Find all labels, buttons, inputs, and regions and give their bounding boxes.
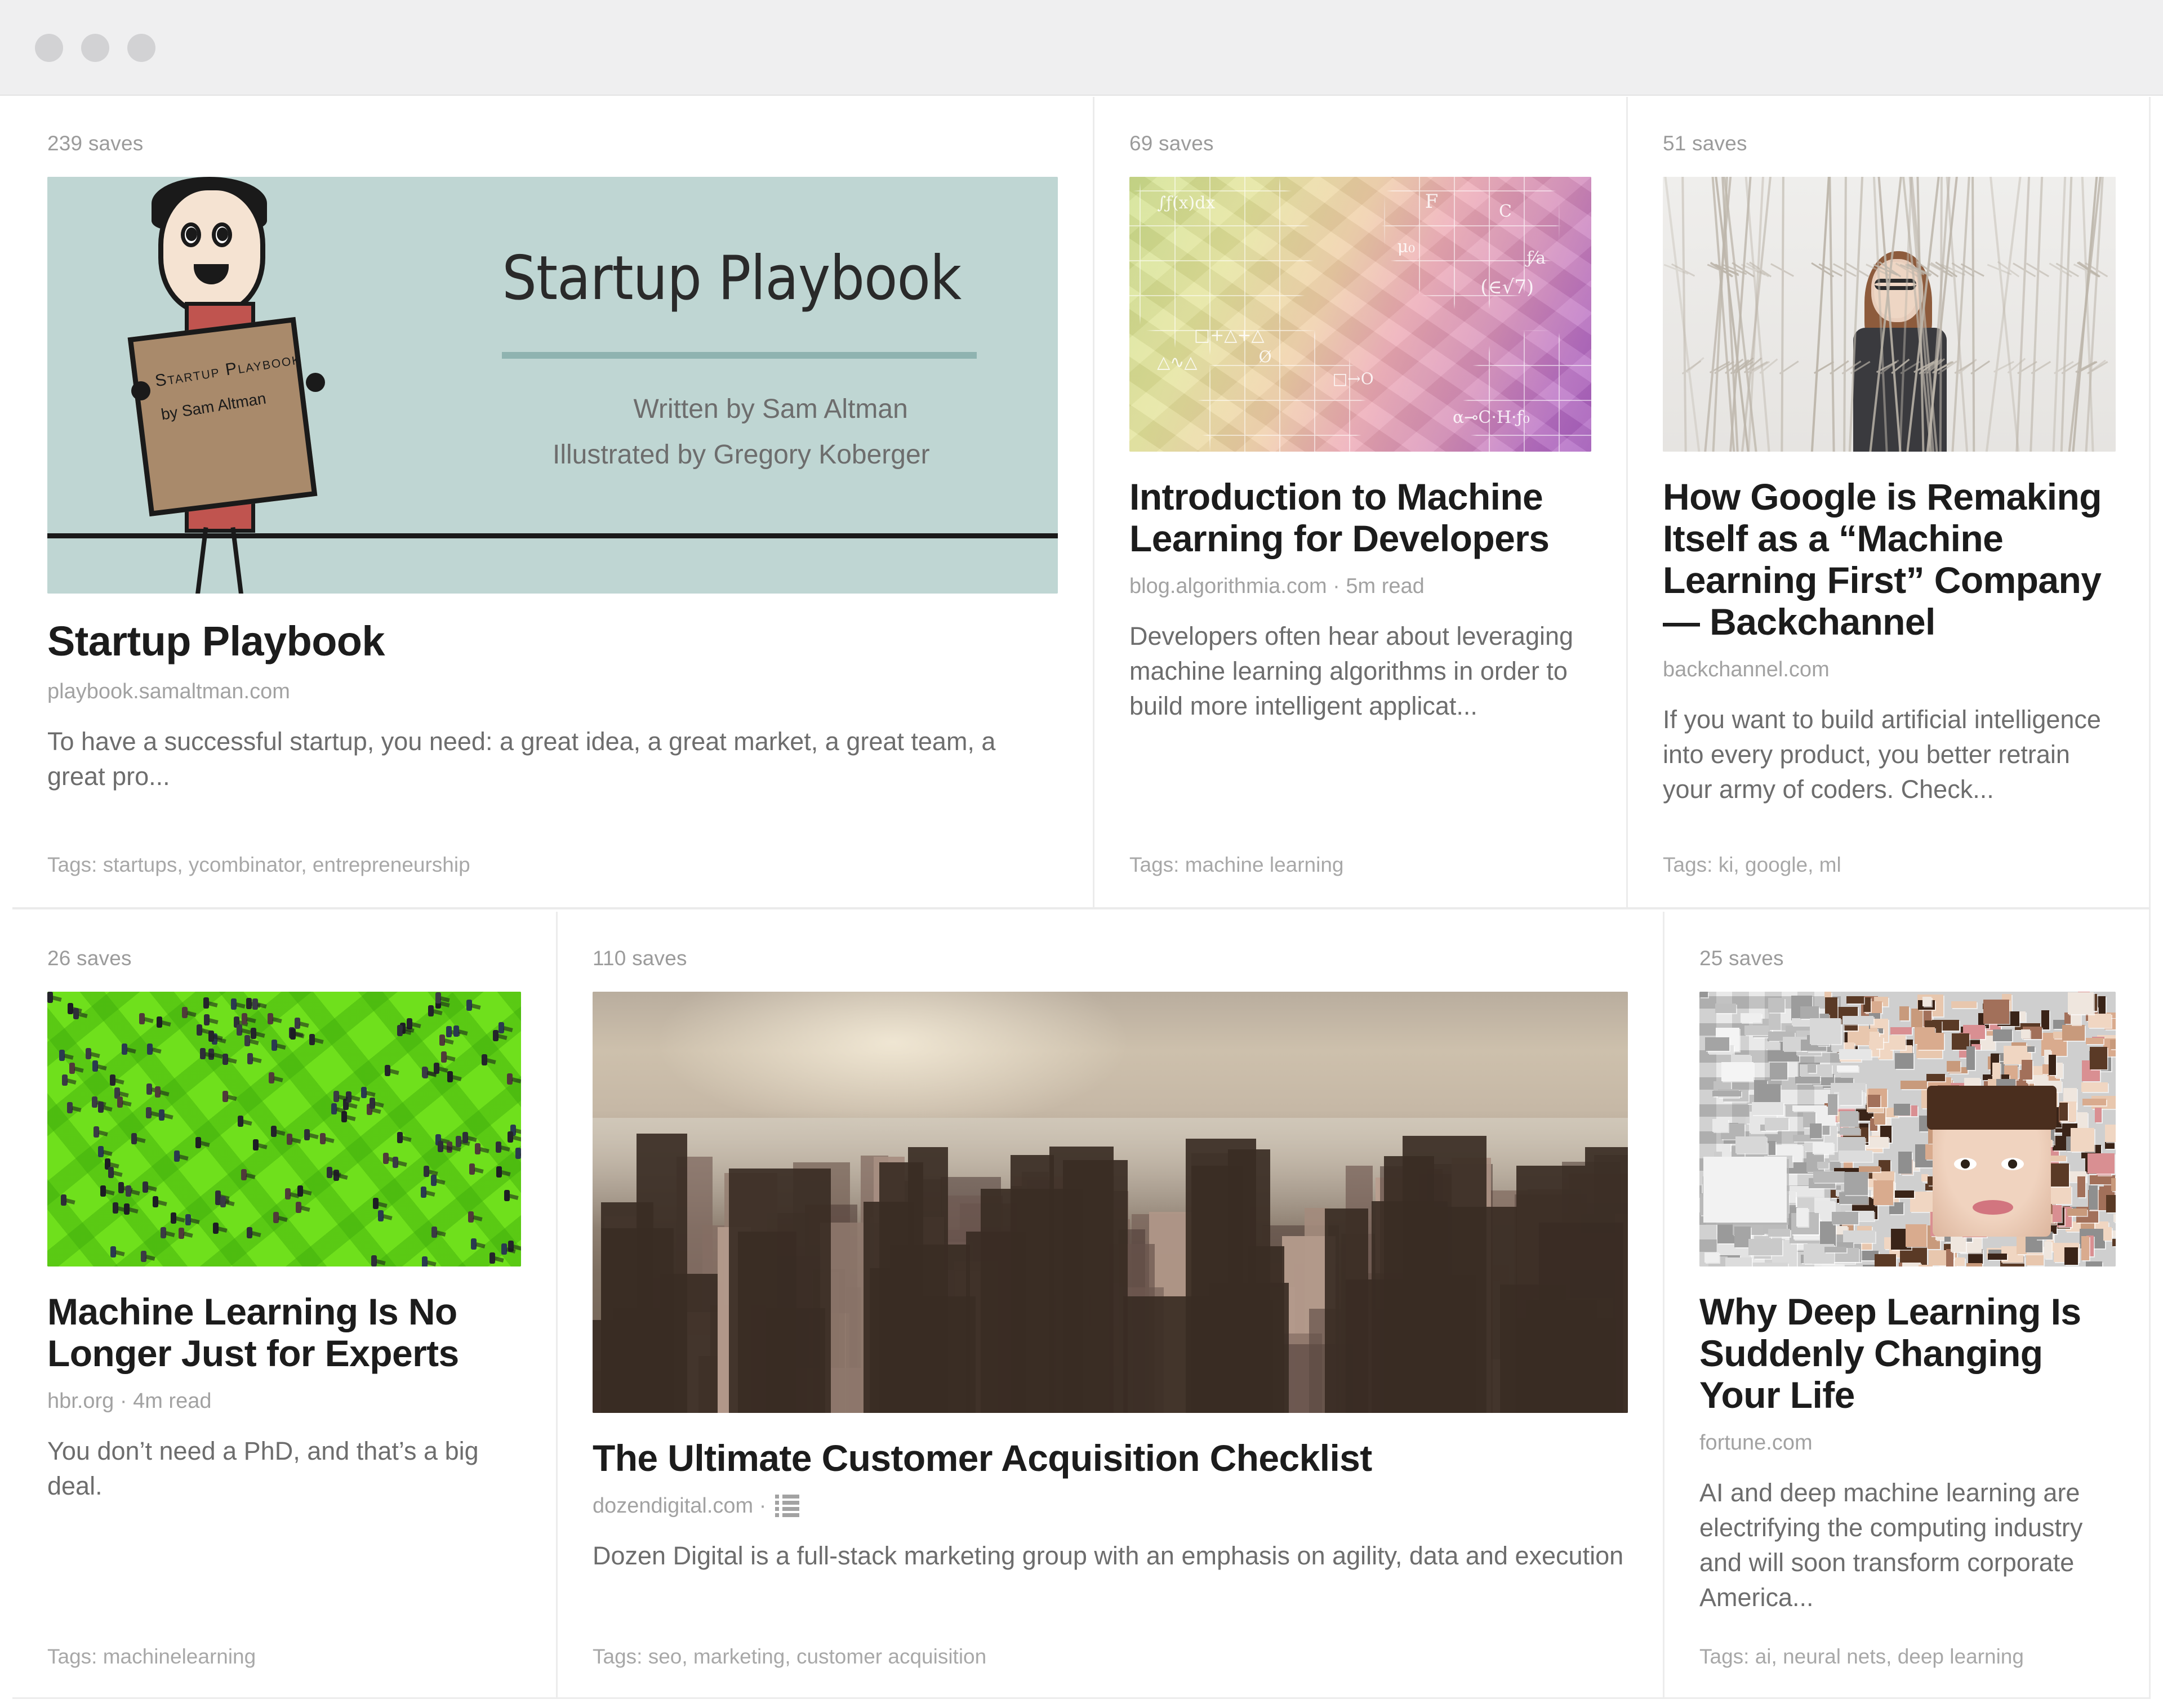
saves-count: 26 saves <box>47 947 132 970</box>
math-formulas-gradient: ∫ƒ(x)dx F C μ₀ ƒ⁄a (∈√7) □+△+△ △∿△ α⊸C·H… <box>1129 177 1591 452</box>
saves-count: 110 saves <box>593 947 687 970</box>
ground-line <box>47 533 1058 538</box>
article-grid: 239 saves Startup Playbook by Sam Altman… <box>12 97 2151 1699</box>
article-source: backchannel.com <box>1663 657 1830 681</box>
formula-overlay: ∫ƒ(x)dx F C μ₀ ƒ⁄a (∈√7) □+△+△ △∿△ α⊸C·H… <box>1157 190 1546 427</box>
article-row: 26 saves Machine Learning Is No Longer J… <box>12 912 2151 1699</box>
cover-rule <box>502 351 977 359</box>
mosaic-face-lips <box>1973 1200 2014 1215</box>
article-row: 239 saves Startup Playbook by Sam Altman… <box>12 97 2151 909</box>
article-excerpt: If you want to build artificial intellig… <box>1663 704 2101 804</box>
article-source: hbr.org · 4m read <box>47 1389 212 1413</box>
article-title[interactable]: How Google is Remaking Itself as a “Mach… <box>1663 476 2116 643</box>
article-meta: fortune.com <box>1699 1431 2116 1455</box>
article-title[interactable]: Introduction to Machine Learning for Dev… <box>1129 476 1591 560</box>
article-thumbnail[interactable] <box>47 992 521 1266</box>
article-card-customer-acquisition-checklist[interactable]: 110 saves The Ultimate Customer Acquisit… <box>556 912 1663 1699</box>
article-card-ml-no-longer-experts[interactable]: 26 saves Machine Learning Is No Longer J… <box>12 912 556 1699</box>
list-icon <box>775 1495 800 1518</box>
green-maze-crowd-photo <box>47 992 521 1266</box>
mosaic-face-eye-left <box>1953 1158 1977 1171</box>
article-excerpt: To have a successful startup, you need: … <box>47 726 996 791</box>
mosaic-face-eye-right <box>2001 1158 2024 1171</box>
article-thumbnail[interactable] <box>1663 177 2116 452</box>
article-tags[interactable]: Tags: ki, google, ml <box>1663 853 1841 877</box>
article-meta: playbook.samaltman.com <box>47 680 1058 704</box>
saves-count: 25 saves <box>1699 947 1784 970</box>
article-tags[interactable]: Tags: ai, neural nets, deep learning <box>1699 1645 2024 1669</box>
article-thumbnail[interactable] <box>593 992 1628 1413</box>
city-buildings <box>593 992 1628 1413</box>
article-thumbnail[interactable]: Startup Playbook by Sam Altman Startup P… <box>47 177 1058 594</box>
app-window: 239 saves Startup Playbook by Sam Altman… <box>0 0 2163 1708</box>
article-tags[interactable]: Tags: startups, ycombinator, entrepreneu… <box>47 853 470 877</box>
mosaic-face-hair <box>1926 1086 2057 1130</box>
crowd-people <box>47 992 521 1266</box>
article-thumbnail[interactable] <box>1699 992 2116 1266</box>
face-mosaic-photo <box>1699 992 2116 1266</box>
article-excerpt: Developers often hear about leveraging m… <box>1129 621 1574 720</box>
sign-knob-left <box>131 381 150 400</box>
article-card-google-machine-learning-first[interactable]: 51 saves How Google is Remaking Itself a… <box>1626 97 2151 907</box>
article-source: blog.algorithmia.com · 5m read <box>1129 574 1425 598</box>
article-title[interactable]: Machine Learning Is No Longer Just for E… <box>47 1291 521 1375</box>
article-thumbnail[interactable]: ∫ƒ(x)dx F C μ₀ ƒ⁄a (∈√7) □+△+△ △∿△ α⊸C·H… <box>1129 177 1591 452</box>
cover-title: Startup Playbook <box>502 243 962 314</box>
article-source: dozendigital.com · <box>593 1493 767 1518</box>
article-source: fortune.com <box>1699 1430 1813 1455</box>
article-title[interactable]: Why Deep Learning Is Suddenly Changing Y… <box>1699 1291 2116 1416</box>
window-controls <box>35 34 155 62</box>
article-meta: dozendigital.com · <box>593 1494 1628 1518</box>
hanging-branches <box>1663 177 2116 452</box>
character-sign <box>128 317 318 517</box>
article-source: playbook.samaltman.com <box>47 679 290 703</box>
article-title[interactable]: Startup Playbook <box>47 618 1058 665</box>
content-viewport[interactable]: 239 saves Startup Playbook by Sam Altman… <box>0 97 2163 1708</box>
saves-count: 51 saves <box>1663 132 1747 155</box>
article-card-intro-machine-learning[interactable]: 69 saves ∫ƒ(x)dx F C μ₀ ƒ⁄a (∈√7) □+△+△ … <box>1093 97 1626 907</box>
close-icon[interactable] <box>35 34 63 62</box>
window-titlebar <box>0 0 2163 96</box>
article-tags[interactable]: Tags: seo, marketing, customer acquisiti… <box>593 1645 986 1669</box>
article-tags[interactable]: Tags: machinelearning <box>47 1645 256 1669</box>
character-pupil-left <box>185 228 197 242</box>
saves-count: 69 saves <box>1129 132 1214 155</box>
sign-knob-right <box>306 372 326 392</box>
maximize-icon[interactable] <box>127 34 155 62</box>
article-excerpt: Dozen Digital is a full-stack marketing … <box>593 1541 1624 1570</box>
article-meta: blog.algorithmia.com · 5m read <box>1129 574 1591 599</box>
city-skyline-photo <box>593 992 1628 1413</box>
article-meta: backchannel.com <box>1663 658 2116 682</box>
mosaic-main-face <box>1926 1086 2057 1237</box>
cover-illustrated-by: Illustrated by Gregory Koberger <box>553 440 930 470</box>
woman-behind-branches-photo <box>1663 177 2116 452</box>
article-meta: hbr.org · 4m read <box>47 1389 521 1413</box>
minimize-icon[interactable] <box>81 34 109 62</box>
character-head <box>158 185 266 315</box>
article-tags[interactable]: Tags: machine learning <box>1129 853 1344 877</box>
article-title[interactable]: The Ultimate Customer Acquisition Checkl… <box>593 1437 1628 1479</box>
article-excerpt: AI and deep machine learning are electri… <box>1699 1478 2083 1612</box>
article-card-startup-playbook[interactable]: 239 saves Startup Playbook by Sam Altman… <box>12 97 1093 907</box>
saves-count: 239 saves <box>47 132 144 155</box>
article-card-deep-learning-changing-life[interactable]: 25 saves Why Deep Learning Is Suddenly C… <box>1663 912 2151 1699</box>
cover-written-by: Written by Sam Altman <box>633 394 908 424</box>
startup-playbook-illustration: Startup Playbook by Sam Altman Startup P… <box>47 177 1058 594</box>
article-excerpt: You don’t need a PhD, and that’s a big d… <box>47 1436 479 1500</box>
